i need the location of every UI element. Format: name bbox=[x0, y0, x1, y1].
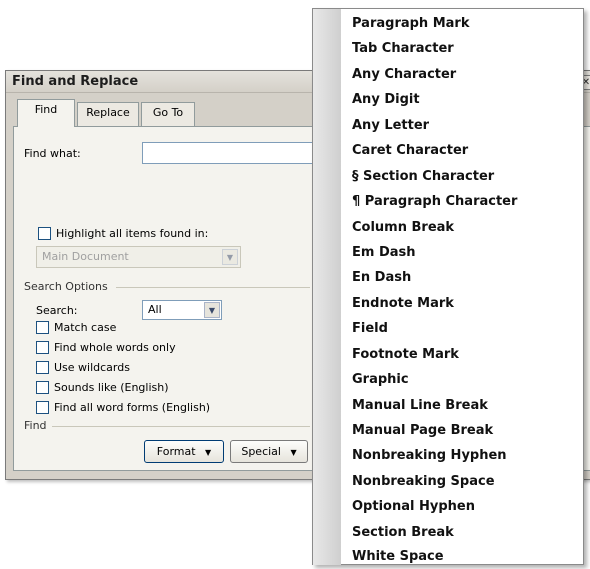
highlight-scope-select[interactable]: Main Document bbox=[36, 246, 241, 268]
special-menu-icon-strip bbox=[313, 9, 341, 565]
menu-item-paragraph-mark[interactable]: Paragraph Mark bbox=[352, 12, 469, 36]
menu-item-em-dash[interactable]: Em Dash bbox=[352, 241, 416, 265]
whole-words-label: Find whole words only bbox=[54, 341, 176, 354]
word-forms-label: Find all word forms (English) bbox=[54, 401, 211, 414]
use-wildcards-checkbox[interactable] bbox=[36, 361, 49, 374]
menu-item-nonbreaking-space[interactable]: Nonbreaking Space bbox=[352, 470, 495, 494]
format-button-label: Format bbox=[156, 445, 196, 458]
use-wildcards-label: Use wildcards bbox=[54, 361, 130, 374]
menu-item-column-break[interactable]: Column Break bbox=[352, 216, 454, 240]
menu-item-manual-page-break[interactable]: Manual Page Break bbox=[352, 419, 493, 443]
highlight-checkbox[interactable] bbox=[38, 227, 51, 240]
whole-words-checkbox[interactable] bbox=[36, 341, 49, 354]
search-options-label: Search Options bbox=[24, 280, 108, 293]
search-direction-dropdown-icon[interactable]: ▼ bbox=[204, 302, 220, 318]
menu-item-any-letter[interactable]: Any Letter bbox=[352, 114, 429, 138]
match-case-label: Match case bbox=[54, 321, 117, 334]
special-button[interactable]: Special ▼ bbox=[230, 440, 308, 463]
menu-item-white-space[interactable]: White Space bbox=[352, 545, 444, 569]
format-dropdown-icon: ▼ bbox=[205, 448, 212, 457]
menu-item-section-break[interactable]: Section Break bbox=[352, 521, 454, 545]
special-button-label: Special bbox=[241, 445, 281, 458]
menu-item-paragraph-character[interactable]: ¶ Paragraph Character bbox=[352, 190, 517, 214]
menu-item-en-dash[interactable]: En Dash bbox=[352, 266, 411, 290]
menu-item-field[interactable]: Field bbox=[352, 317, 388, 341]
search-options-divider bbox=[116, 287, 310, 288]
tab-find[interactable]: Find bbox=[17, 99, 75, 127]
sounds-like-label: Sounds like (English) bbox=[54, 381, 169, 394]
find-group-divider bbox=[52, 426, 310, 427]
special-dropdown-icon: ▼ bbox=[290, 448, 297, 457]
menu-item-any-digit[interactable]: Any Digit bbox=[352, 88, 420, 112]
menu-item-any-character[interactable]: Any Character bbox=[352, 63, 456, 87]
menu-item-graphic[interactable]: Graphic bbox=[352, 368, 409, 392]
dialog-title: Find and Replace bbox=[12, 74, 139, 89]
find-what-label: Find what: bbox=[24, 147, 81, 160]
tab-go-to[interactable]: Go To bbox=[141, 102, 195, 126]
search-label: Search: bbox=[36, 304, 78, 317]
highlight-scope-dropdown-icon[interactable]: ▼ bbox=[222, 249, 238, 265]
find-what-input[interactable] bbox=[142, 142, 314, 164]
menu-item-manual-line-break[interactable]: Manual Line Break bbox=[352, 394, 488, 418]
menu-item-section-character[interactable]: § Section Character bbox=[352, 165, 494, 189]
match-case-checkbox[interactable] bbox=[36, 321, 49, 334]
highlight-label: Highlight all items found in: bbox=[56, 227, 209, 240]
menu-item-caret-character[interactable]: Caret Character bbox=[352, 139, 468, 163]
menu-item-nonbreaking-hyphen[interactable]: Nonbreaking Hyphen bbox=[352, 444, 507, 468]
menu-item-endnote-mark[interactable]: Endnote Mark bbox=[352, 292, 454, 316]
sounds-like-checkbox[interactable] bbox=[36, 381, 49, 394]
menu-item-optional-hyphen[interactable]: Optional Hyphen bbox=[352, 495, 475, 519]
menu-item-tab-character[interactable]: Tab Character bbox=[352, 37, 454, 61]
word-forms-checkbox[interactable] bbox=[36, 401, 49, 414]
tab-replace[interactable]: Replace bbox=[77, 102, 139, 126]
menu-item-footnote-mark[interactable]: Footnote Mark bbox=[352, 343, 459, 367]
format-button[interactable]: Format ▼ bbox=[144, 440, 224, 463]
find-group-label: Find bbox=[24, 419, 47, 432]
